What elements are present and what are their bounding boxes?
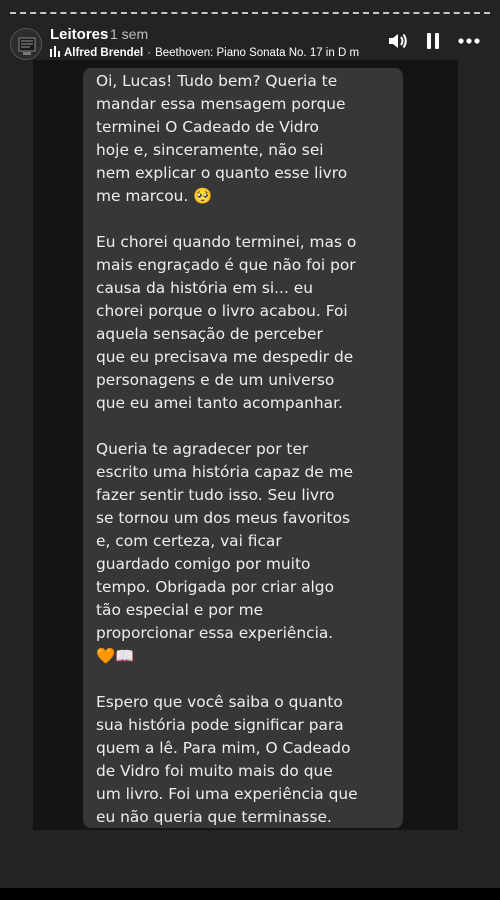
music-track: Beethoven: Piano Sonata No. 17 in D m: [155, 47, 360, 59]
message-line: escrito uma história capaz de me: [96, 463, 354, 481]
message-line: fazer sentir tudo isso. Seu livro: [96, 486, 335, 504]
message-paragraph-3: Queria te agradecer por ter escrito uma h…: [96, 438, 393, 668]
music-artist: Alfred Brendel: [64, 47, 144, 59]
message-paragraph-4: Espero que você saiba o quanto sua histór…: [96, 691, 393, 828]
message-bubble: Oi, Lucas! Tudo bem? Queria te mandar ess…: [83, 68, 403, 828]
message-line: de Vidro foi muito mais do que: [96, 762, 333, 780]
message-line: se tornou um dos meus favoritos: [96, 509, 351, 527]
message-paragraph-1: Oi, Lucas! Tudo bem? Queria te mandar ess…: [96, 70, 393, 208]
more-options-icon[interactable]: [458, 38, 480, 44]
message-line: sua história pode significar para: [96, 716, 344, 734]
message-line: causa da história em si... eu: [96, 279, 313, 297]
message-line: 🧡📖: [96, 647, 135, 665]
message-line: eu não queria que terminasse.: [96, 808, 332, 826]
message-line: personagens e de um universo: [96, 371, 335, 389]
pause-icon[interactable]: [426, 32, 440, 50]
music-separator: ·: [147, 47, 152, 59]
message-line: mandar essa mensagem porque: [96, 95, 346, 113]
story-username[interactable]: Leitores: [50, 26, 108, 43]
message-line: que eu amei tanto acompanhar.: [96, 394, 343, 412]
story-controls: [388, 32, 480, 50]
message-line: tão especial e por me: [96, 601, 264, 619]
music-attribution[interactable]: Alfred Brendel · Beethoven: Piano Sonata…: [50, 46, 370, 60]
message-line: tempo. Obrigada por criar algo: [96, 578, 334, 596]
message-line: aquela sensação de perceber: [96, 325, 323, 343]
message-line: Queria te agradecer por ter: [96, 440, 309, 458]
message-line: Oi, Lucas! Tudo bem? Queria te: [96, 72, 338, 90]
avatar-image: [11, 29, 41, 59]
message-line: Eu chorei quando terminei, mas o: [96, 233, 357, 251]
message-line: guardado comigo por muito: [96, 555, 311, 573]
volume-icon[interactable]: [388, 32, 408, 50]
message-line: hoje e, sinceramente, não sei: [96, 141, 324, 159]
message-line: proporcionar essa experiência.: [96, 624, 334, 642]
message-line: terminei O Cadeado de Vidro: [96, 118, 319, 136]
message-line: e, com certeza, vai ficar: [96, 532, 282, 550]
message-line: um livro. Foi uma experiência que: [96, 785, 358, 803]
story-header: Leitores 1 sem Alfred Brendel · Beethove…: [0, 22, 500, 62]
message-line: quem a lê. Para mim, O Cadeado: [96, 739, 351, 757]
story-progress-bar: [10, 12, 490, 14]
message-line: chorei porque o livro acabou. Foi: [96, 302, 348, 320]
story-viewer: Leitores 1 sem Alfred Brendel · Beethove…: [0, 0, 500, 900]
message-line: Espero que você saiba o quanto: [96, 693, 343, 711]
message-line: nem explicar o quanto esse livro: [96, 164, 348, 182]
bottom-bar: [0, 888, 500, 900]
message-line: me marcou. 🥺: [96, 187, 213, 205]
music-bars-icon: [50, 46, 60, 60]
profile-avatar[interactable]: [10, 28, 42, 60]
message-line: mais engraçado é que não foi por: [96, 256, 356, 274]
story-time: 1 sem: [110, 26, 149, 42]
message-paragraph-2: Eu chorei quando terminei, mas o mais eng…: [96, 231, 393, 415]
message-line: que eu precisava me despedir de: [96, 348, 354, 366]
